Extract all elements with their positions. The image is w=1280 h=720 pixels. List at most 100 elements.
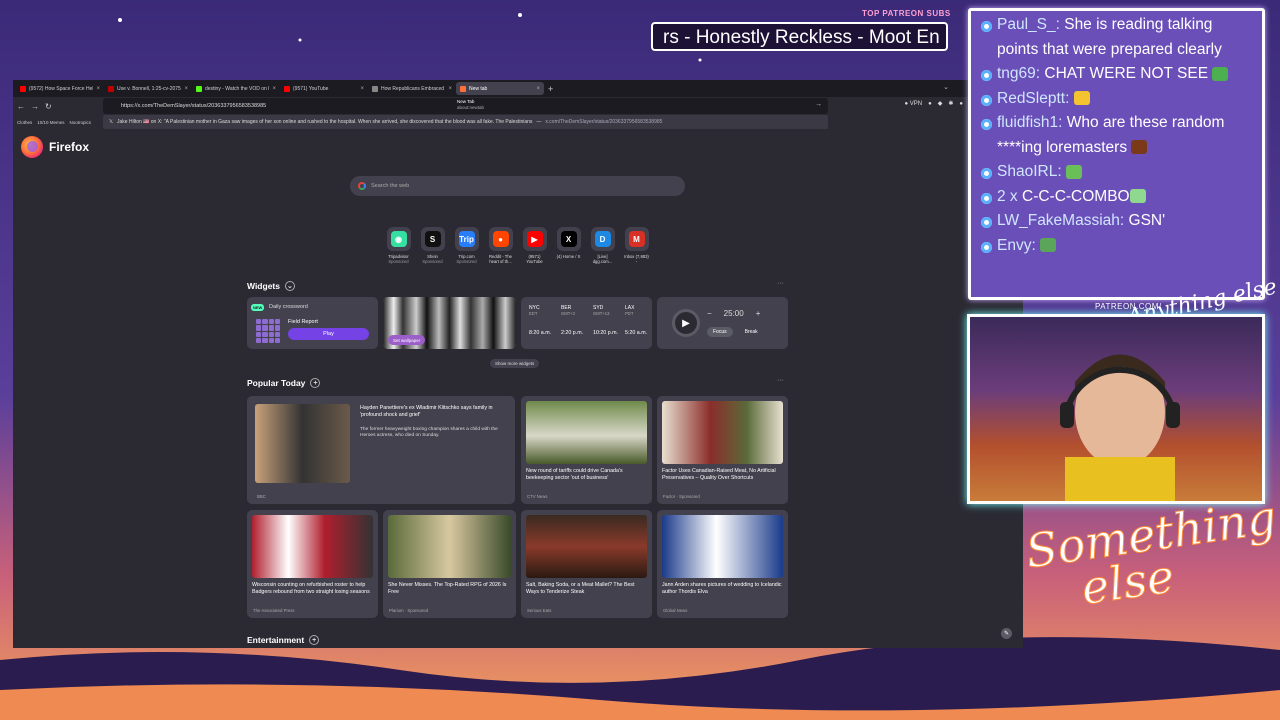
- tab-1[interactable]: Use v. Bonnell, 1:25-cv-20757 ×: [104, 82, 192, 95]
- back-icon[interactable]: ←: [17, 102, 25, 111]
- tab-3[interactable]: (9571) YouTube ×: [280, 82, 368, 95]
- chat-message: fluidfish1: Who are these random ****ing…: [981, 111, 1252, 160]
- clock-zone: GMT+2: [561, 311, 576, 316]
- close-tab-icon[interactable]: ×: [96, 86, 100, 92]
- close-tab-icon[interactable]: ×: [360, 86, 364, 92]
- close-tab-icon[interactable]: ×: [184, 86, 188, 92]
- story-image: [255, 404, 350, 483]
- close-tab-icon[interactable]: ×: [448, 86, 452, 92]
- story-card-6[interactable]: Jann Arden shares pictures of wedding to…: [657, 510, 788, 618]
- url-suggestion[interactable]: 𝕏 Jake Hilton 🇺🇸 on X: "A Palestinian mo…: [103, 115, 828, 129]
- shield-icon[interactable]: ◆: [938, 100, 943, 107]
- chat-username: RedSleptt:: [997, 89, 1070, 107]
- forward-icon[interactable]: →: [31, 102, 39, 111]
- story-image: [526, 515, 647, 578]
- puzzle-icon[interactable]: ✱: [948, 100, 953, 107]
- chat-message: Paul_S_: She is reading talking points t…: [981, 13, 1252, 62]
- tab-favicon-icon: [20, 85, 26, 92]
- story-title: New round of tariffs could drive Canada'…: [526, 468, 623, 481]
- widgets-menu-icon[interactable]: ···: [777, 280, 784, 287]
- popular-menu-icon[interactable]: ···: [777, 377, 784, 384]
- play-button[interactable]: Play: [288, 328, 369, 340]
- story-card-5[interactable]: Salt, Baking Soda, or a Meat Mallet? The…: [521, 510, 652, 618]
- shortcut-icon: M: [628, 231, 645, 247]
- clock-list: NYC EDT 8:20 a.m. BER GMT+2 2:20 p.m. SYD GMT+1…: [529, 305, 650, 336]
- clock-time: 5:20 a.m.: [625, 330, 648, 336]
- story-image: [526, 401, 647, 464]
- timer-value: 25:00: [723, 309, 744, 318]
- increase-button[interactable]: +: [756, 309, 761, 318]
- add-icon[interactable]: +: [310, 378, 321, 388]
- story-card-3[interactable]: Wisconsin counting on refurbished roster…: [247, 510, 378, 618]
- patreon-subs-label: TOP PATREON SUBS: [862, 9, 951, 18]
- story-card-1[interactable]: New round of tariffs could drive Canada'…: [521, 396, 652, 504]
- bookmark-item[interactable]: 10/10 Memes: [37, 120, 64, 125]
- edit-pencil-icon[interactable]: ✎: [1001, 628, 1012, 639]
- timer-controls: − 25:00 +: [707, 309, 760, 318]
- shortcut-tile[interactable]: ◉ Tripadvisor Sponsored: [385, 227, 412, 264]
- reload-icon[interactable]: ↻: [45, 102, 52, 111]
- shortcut-tile[interactable]: ▶ (9571) YouTube: [521, 227, 548, 264]
- story-card-0[interactable]: Hayden Panettiere's ex Wladimir Klitschk…: [247, 396, 515, 504]
- chevron-down-icon[interactable]: ⌄: [284, 281, 295, 291]
- shortcut-tile[interactable]: X (4) Home / X: [555, 227, 582, 264]
- break-button[interactable]: Break: [739, 327, 764, 337]
- chat-message: ShaoIRL:: [981, 160, 1252, 185]
- tab-5[interactable]: New tab ×: [456, 82, 544, 95]
- tab-0[interactable]: (9572) How Space Force Helps ×: [16, 82, 104, 95]
- story-source: CTV News: [527, 494, 548, 499]
- story-card-4[interactable]: She Never Misses. The Top-Rated RPG of 2…: [383, 510, 516, 618]
- google-icon: [358, 182, 366, 190]
- brand-name: Firefox: [49, 140, 90, 154]
- shortcut-label: Inbox (7,883) -: [624, 254, 649, 264]
- clock-item: SYD GMT+13 10:20 p.m.: [593, 305, 618, 336]
- shortcut-label: [Live] dgg.com...: [592, 254, 613, 264]
- shortcut-tile[interactable]: D [Live] dgg.com...: [589, 227, 616, 264]
- story-image: [662, 401, 783, 464]
- story-title: Salt, Baking Soda, or a Meat Mallet? The…: [526, 582, 635, 595]
- new-tab-button[interactable]: +: [548, 84, 553, 94]
- chat-username: tng69:: [997, 65, 1041, 82]
- x-favicon-icon: 𝕏: [109, 119, 114, 125]
- bookmark-item[interactable]: Clothes: [17, 120, 32, 125]
- tab-favicon-icon: [372, 85, 378, 92]
- decrease-button[interactable]: −: [707, 309, 712, 318]
- tab-favicon-icon: [108, 85, 114, 92]
- shortcut-tile[interactable]: ● Reddit - The heart of th...: [487, 227, 514, 264]
- entertainment-label: Entertainment: [247, 635, 305, 645]
- shortcut-icon: S: [424, 231, 441, 247]
- search-input[interactable]: Search the web: [350, 176, 685, 196]
- play-icon[interactable]: ▶: [672, 309, 700, 337]
- show-more-widgets-button[interactable]: Show more widgets: [490, 359, 540, 368]
- shortcut-tile[interactable]: M Inbox (7,883) -: [623, 227, 650, 264]
- new-badge: NEW: [251, 304, 265, 311]
- add-icon[interactable]: +: [309, 635, 320, 645]
- close-tab-icon[interactable]: ×: [536, 86, 540, 92]
- tab-tooltip: New Tab about:newtab: [457, 99, 484, 111]
- close-tab-icon[interactable]: ×: [272, 86, 276, 92]
- focus-timer-widget: ▶ − 25:00 + Focus Break: [657, 297, 788, 349]
- shortcut-sponsored: Sponsored: [388, 259, 409, 264]
- entertainment-header: Entertainment +: [247, 635, 320, 645]
- ball-emote: [1131, 140, 1148, 155]
- crossword-subtitle: Field Report: [288, 319, 318, 325]
- go-arrow-icon[interactable]: →: [815, 101, 822, 108]
- focus-button[interactable]: Focus: [707, 327, 733, 337]
- widgets-label: Widgets: [247, 281, 280, 291]
- list-all-tabs-icon[interactable]: ⌄: [943, 83, 949, 91]
- tab-4[interactable]: How Republicans Embraced Bri ×: [368, 82, 456, 95]
- extension-icon[interactable]: ●: [928, 101, 932, 107]
- shortcut-tile[interactable]: S Shein Sponsored: [419, 227, 446, 264]
- clock-zone: EDT: [529, 311, 538, 316]
- profile-icon[interactable]: ●: [959, 101, 963, 107]
- shortcut-icon-box: D: [590, 227, 615, 251]
- tab-label: Use v. Bonnell, 1:25-cv-20757: [117, 85, 182, 92]
- set-wallpaper-button[interactable]: Set wallpaper: [388, 335, 426, 345]
- suggestion-text: Jake Hilton 🇺🇸 on X: "A Palestinian moth…: [117, 119, 533, 125]
- tab-2[interactable]: destiny - Watch the VOD on Kick×: [192, 82, 280, 95]
- vpn-button[interactable]: ● VPN: [904, 101, 922, 107]
- shortcut-tile[interactable]: Trip Trip.com Sponsored: [453, 227, 480, 264]
- story-card-2[interactable]: Factor Uses Canadian-Raised Meat, No Art…: [657, 396, 788, 504]
- bookmark-item[interactable]: Nootropics: [70, 120, 92, 125]
- story-source: BBC: [257, 494, 266, 499]
